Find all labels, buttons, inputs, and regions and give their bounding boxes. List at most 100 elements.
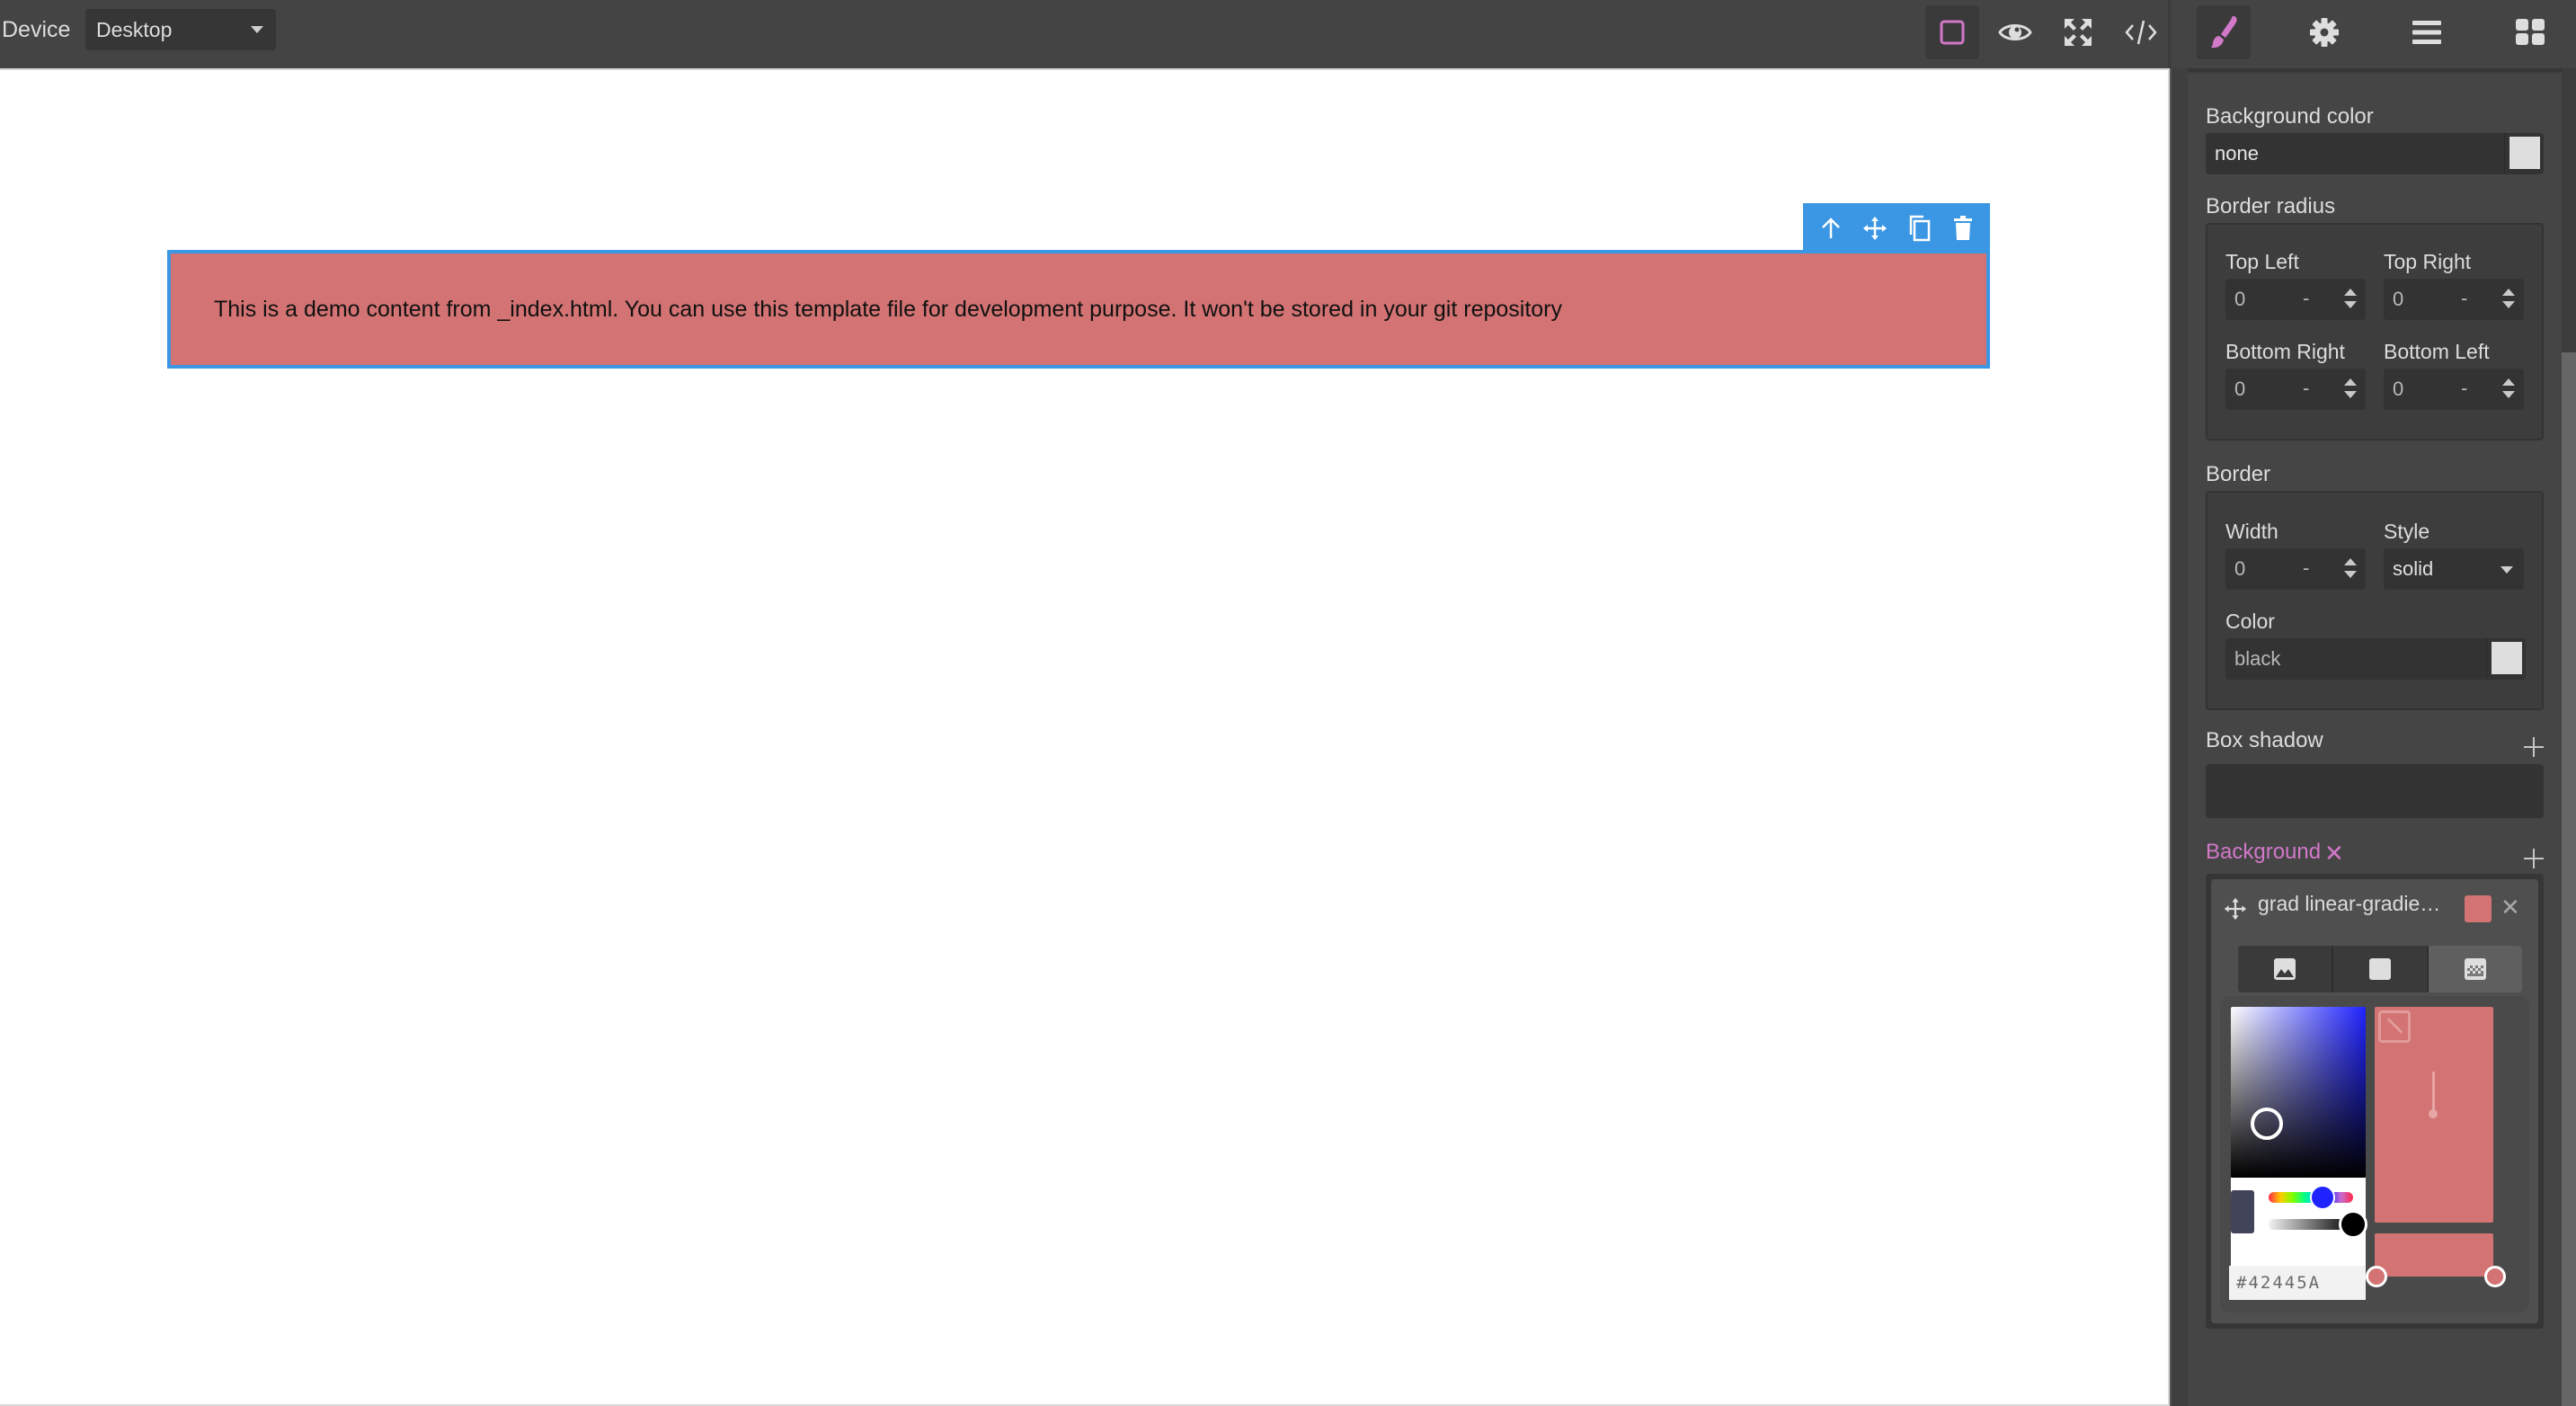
add-box-shadow-icon[interactable] (2524, 737, 2544, 757)
unit-select[interactable]: - (2461, 369, 2467, 408)
solid-color-icon (2369, 958, 2391, 980)
border-color-field[interactable]: black (2225, 638, 2526, 680)
expand-arrows-icon (2065, 19, 2092, 46)
border-width-value: 0 (2234, 557, 2246, 580)
gradient-stop-handle[interactable] (2484, 1266, 2506, 1287)
trash-icon (1953, 216, 1972, 240)
background-color-field[interactable]: none (2206, 133, 2544, 174)
border-style-select[interactable]: solid (2384, 548, 2524, 590)
settings-button[interactable] (2297, 5, 2351, 59)
gradient-direction-icon[interactable] (2378, 1010, 2411, 1043)
bottom-left-input[interactable]: 0 - (2384, 369, 2524, 410)
move-icon (1862, 217, 1887, 240)
top-left-input[interactable]: 0 - (2225, 279, 2366, 320)
delete-button[interactable] (1943, 209, 1983, 248)
unit-select[interactable]: - (2303, 369, 2309, 408)
clone-button[interactable] (1899, 209, 1939, 248)
panel-scrollbar-thumb[interactable] (2562, 352, 2576, 1406)
border-radius-label: Border radius (2206, 194, 2336, 218)
gradient-angle-handle[interactable] (2432, 1072, 2435, 1113)
code-icon (2125, 20, 2157, 45)
sw-visibility-button[interactable] (1925, 5, 1979, 59)
bottom-right-label: Bottom Right (2225, 340, 2345, 363)
background-color-label: Background color (2206, 104, 2374, 129)
style-properties: Background color none Border radius Top … (2188, 74, 2562, 1406)
hex-input[interactable]: #42445A (2229, 1266, 2366, 1300)
border-width-input[interactable]: 0 - (2225, 548, 2366, 590)
unit-select[interactable]: - (2303, 548, 2309, 588)
tab-gradient[interactable] (2429, 946, 2522, 992)
style-manager-button[interactable] (2197, 5, 2251, 59)
top-right-label: Top Right (2384, 250, 2472, 273)
fullscreen-button[interactable] (2051, 5, 2105, 59)
border-width-label: Width (2225, 520, 2278, 543)
stepper-icon[interactable] (2502, 378, 2515, 400)
background-color-swatch-cell[interactable] (2504, 133, 2544, 174)
selected-text-block[interactable]: This is a demo content from _index.html.… (167, 250, 1990, 369)
move-icon[interactable] (2224, 897, 2247, 921)
device-select[interactable]: Desktop (85, 9, 276, 50)
box-shadow-layers (2206, 764, 2544, 818)
border-style-value: solid (2393, 557, 2434, 580)
export-code-button[interactable] (2114, 5, 2168, 59)
canvas[interactable]: This is a demo content from _index.html.… (0, 68, 2170, 1406)
device-select-value: Desktop (96, 18, 173, 41)
stepper-icon[interactable] (2344, 558, 2357, 580)
paint-brush-icon (2211, 15, 2237, 49)
alpha-slider-handle[interactable] (2339, 1210, 2367, 1239)
color-swatch (2492, 642, 2522, 674)
tab-solid-color[interactable] (2333, 946, 2429, 992)
preview-button[interactable] (1988, 5, 2042, 59)
top-left-label: Top Left (2225, 250, 2299, 273)
layer-manager-button[interactable] (2400, 5, 2454, 59)
chevron-down-icon (251, 26, 263, 33)
bars-icon (2412, 21, 2441, 44)
device-label: Device (2, 17, 71, 42)
background-layer-name[interactable]: grad linear-gradie… (2258, 892, 2440, 916)
border-label: Border (2206, 462, 2271, 486)
style-manager-panel: Background color none Border radius Top … (2172, 68, 2576, 1406)
background-color-value: none (2215, 142, 2259, 165)
block-text[interactable]: This is a demo content from _index.html.… (214, 297, 1562, 323)
top-left-value: 0 (2234, 288, 2246, 310)
gradient-angle-dot[interactable] (2429, 1109, 2438, 1118)
saturation-value-area[interactable] (2231, 1007, 2366, 1178)
remove-layer-icon[interactable]: ✕ (2500, 892, 2520, 922)
grid-icon (2516, 19, 2545, 45)
stepper-icon[interactable] (2502, 289, 2515, 310)
select-parent-button[interactable] (1811, 209, 1851, 248)
blocks-button[interactable] (2503, 5, 2557, 59)
border-color-value: black (2234, 647, 2281, 670)
background-layer-swatch (2465, 895, 2492, 922)
border-group: Width 0 - Style solid Color black (2206, 491, 2544, 710)
bottom-left-label: Bottom Left (2384, 340, 2490, 363)
color-handle[interactable] (2251, 1108, 2283, 1140)
unit-select[interactable]: - (2303, 279, 2309, 318)
unit-select[interactable]: - (2461, 279, 2467, 318)
top-right-value: 0 (2393, 288, 2404, 310)
top-right-input[interactable]: 0 - (2384, 279, 2524, 320)
box-shadow-label: Box shadow (2206, 728, 2323, 752)
border-style-label: Style (2384, 520, 2430, 543)
background-type-tabs (2238, 946, 2522, 992)
gradient-preview (2375, 1007, 2493, 1223)
panel-top-divider (2188, 68, 2562, 72)
current-color-preview (2231, 1190, 2254, 1233)
eye-icon (1998, 24, 2032, 40)
color-swatch (2509, 137, 2540, 169)
add-background-icon[interactable] (2524, 849, 2544, 868)
stepper-icon[interactable] (2344, 378, 2357, 400)
background-layer: grad linear-gradie… ✕ #42445A (2211, 879, 2538, 1323)
block-toolbar (1803, 203, 1990, 254)
border-color-swatch-cell[interactable] (2486, 638, 2526, 680)
background-label: Background (2206, 840, 2322, 864)
stepper-icon[interactable] (2344, 289, 2357, 310)
tab-image[interactable] (2238, 946, 2333, 992)
gradient-stops-bar[interactable] (2375, 1233, 2493, 1277)
gradient-icon (2465, 958, 2486, 980)
gradient-stop-handle[interactable] (2366, 1266, 2387, 1287)
clear-background-icon[interactable]: ✕ (2324, 841, 2344, 865)
bottom-right-input[interactable]: 0 - (2225, 369, 2366, 410)
hue-slider-handle[interactable] (2310, 1185, 2335, 1210)
move-button[interactable] (1855, 209, 1895, 248)
